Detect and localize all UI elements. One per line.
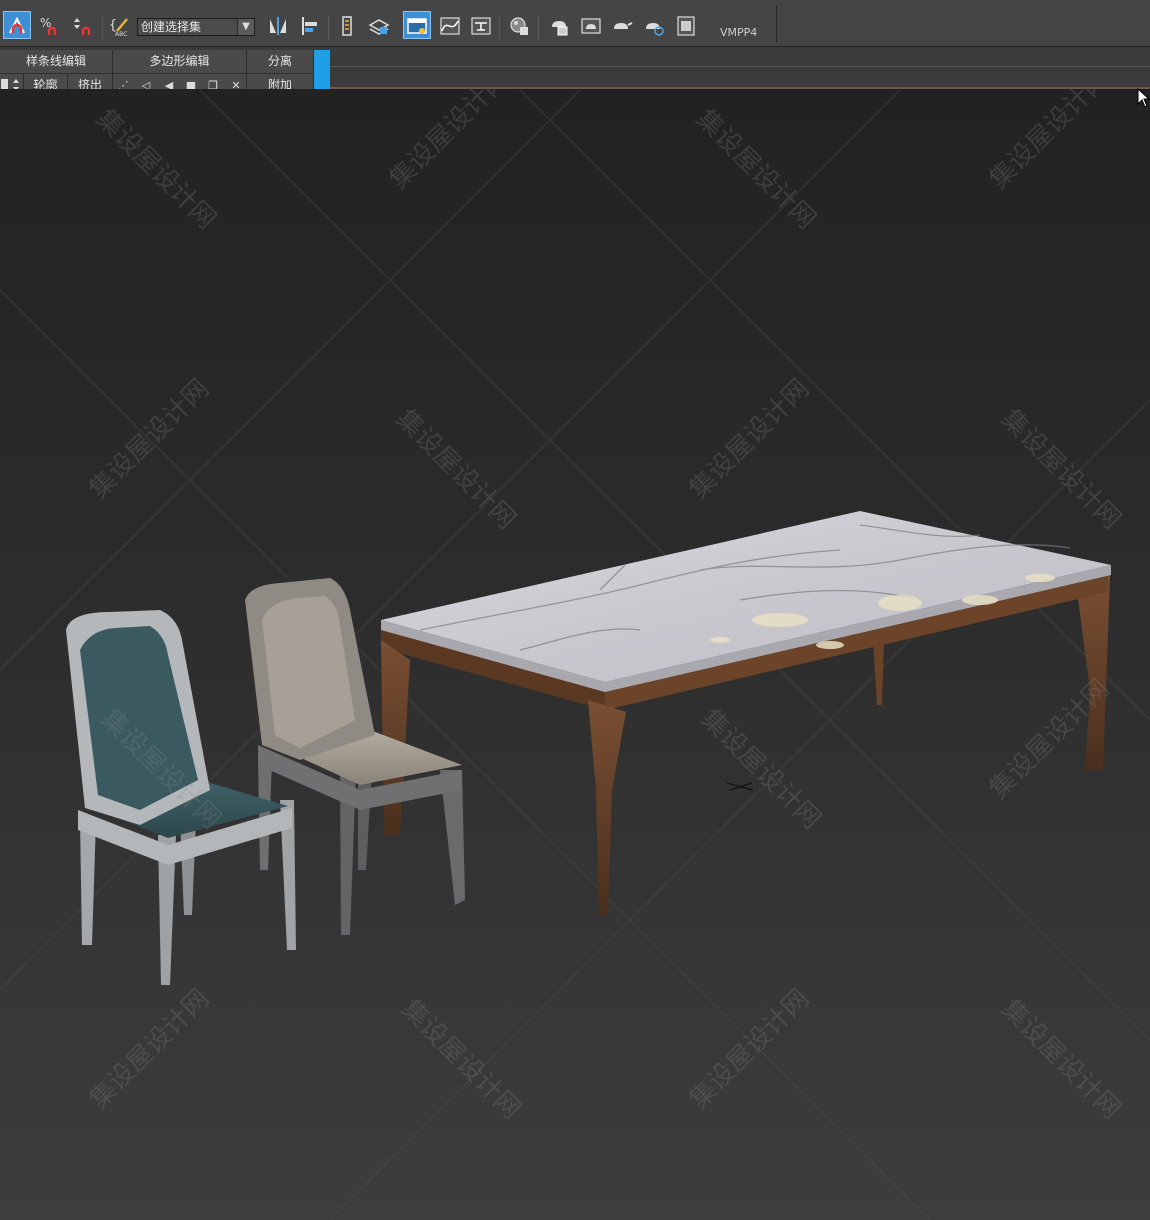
render-setup-icon[interactable] bbox=[545, 12, 573, 40]
layer-explorer-icon[interactable] bbox=[333, 12, 361, 40]
detach-label: 分离 bbox=[267, 54, 292, 68]
spinner-snap-icon[interactable] bbox=[68, 12, 96, 40]
svg-text:集设屋设计网: 集设屋设计网 bbox=[695, 704, 827, 836]
chevron-down-icon[interactable]: ▼ bbox=[237, 19, 254, 35]
percent-snap-icon[interactable]: % bbox=[36, 12, 64, 40]
viewport-scene: 集设屋设计网 集设屋设计网 集设屋设计网 集设屋设计网 集设屋设计网 集设屋设计… bbox=[0, 89, 1150, 1220]
svg-text:集设屋设计网: 集设屋设计网 bbox=[684, 373, 816, 505]
svg-text:集设屋设计网: 集设屋设计网 bbox=[690, 104, 822, 236]
ribbon-divider bbox=[330, 66, 1150, 67]
svg-text:集设屋设计网: 集设屋设计网 bbox=[384, 89, 516, 195]
mouse-cursor-icon bbox=[1137, 88, 1150, 108]
named-selection-set-dropdown[interactable]: 创建选择集 ▼ bbox=[137, 18, 255, 36]
snap-toggle-icon[interactable] bbox=[3, 11, 31, 39]
detach-button[interactable]: 分离 bbox=[247, 50, 314, 74]
pivot-gizmo bbox=[726, 782, 754, 791]
poly-edit-button[interactable]: 多边形编辑 bbox=[113, 50, 247, 74]
svg-text:集设屋设计网: 集设屋设计网 bbox=[395, 994, 527, 1126]
main-toolbar-group: % {ABC 创建选择集 ▼ VMPP4 bbox=[0, 6, 777, 42]
svg-text:集设屋设计网: 集设屋设计网 bbox=[84, 983, 216, 1115]
rendered-frame-icon[interactable] bbox=[577, 12, 605, 40]
svg-text:集设屋设计网: 集设屋设计网 bbox=[90, 104, 222, 236]
svg-text:集设屋设计网: 集设屋设计网 bbox=[995, 404, 1127, 536]
main-toolbar: % {ABC 创建选择集 ▼ VMPP4 bbox=[0, 0, 1150, 47]
vmpp-button[interactable]: VMPP4 bbox=[720, 26, 757, 39]
align-icon[interactable] bbox=[296, 12, 324, 40]
svg-text:集设屋设计网: 集设屋设计网 bbox=[390, 404, 522, 536]
toolbar-separator bbox=[538, 16, 539, 40]
edit-named-selection-icon[interactable]: {ABC bbox=[106, 12, 134, 40]
mirror-icon[interactable] bbox=[264, 12, 292, 40]
poly-edit-label: 多边形编辑 bbox=[149, 54, 210, 68]
perspective-viewport[interactable]: 集设屋设计网 集设屋设计网 集设屋设计网 集设屋设计网 集设屋设计网 集设屋设计… bbox=[0, 89, 1150, 1220]
spline-edit-label: 样条线编辑 bbox=[25, 54, 86, 68]
scene-explorer-icon[interactable] bbox=[365, 12, 393, 40]
schematic-view-icon[interactable] bbox=[467, 12, 495, 40]
render-iterative-icon[interactable] bbox=[640, 12, 668, 40]
toolbar-separator bbox=[499, 16, 500, 40]
named-selection-set-value: 创建选择集 bbox=[141, 20, 202, 34]
dining-table[interactable] bbox=[381, 511, 1111, 915]
material-editor-icon[interactable] bbox=[505, 12, 533, 40]
curve-editor-icon[interactable] bbox=[436, 12, 464, 40]
render-window-icon[interactable] bbox=[672, 12, 700, 40]
toolbar-separator bbox=[328, 16, 329, 40]
svg-text:集设屋设计网: 集设屋设计网 bbox=[684, 983, 816, 1115]
toggle-ribbon-icon[interactable] bbox=[403, 11, 431, 39]
spline-edit-button[interactable]: 样条线编辑 bbox=[0, 50, 113, 74]
svg-text:集设屋设计网: 集设屋设计网 bbox=[995, 994, 1127, 1126]
svg-text:ABC: ABC bbox=[115, 31, 127, 37]
svg-text:集设屋设计网: 集设屋设计网 bbox=[984, 89, 1116, 195]
render-production-icon[interactable] bbox=[608, 12, 636, 40]
toolbar-separator bbox=[102, 16, 103, 40]
